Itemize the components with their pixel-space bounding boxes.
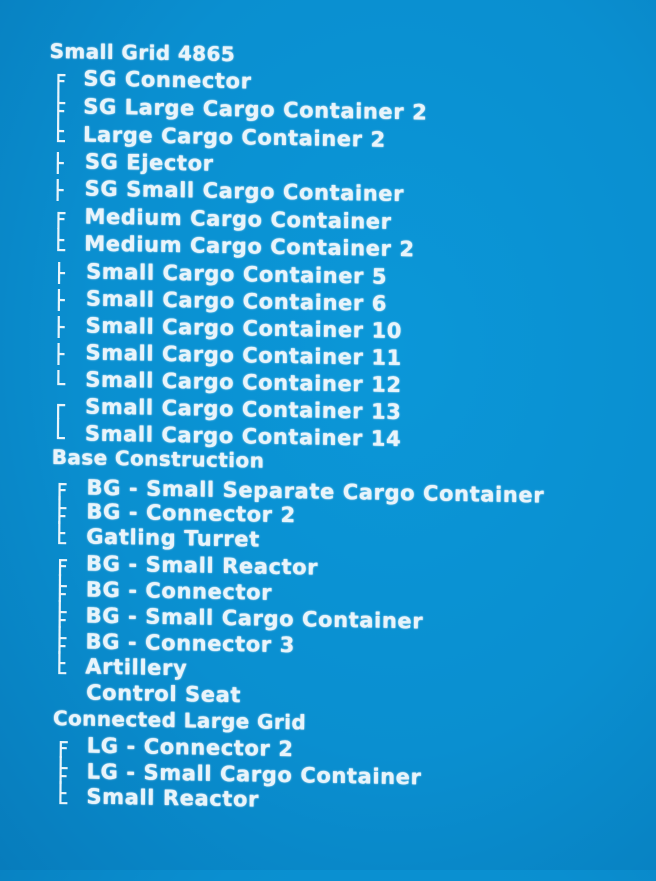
tree-connector-icon bbox=[55, 151, 67, 175]
tree-connector-icon bbox=[55, 69, 67, 92]
block-label: Gatling Turret bbox=[86, 524, 260, 552]
block-label: Control Seat bbox=[86, 680, 242, 708]
tree-connector-icon bbox=[56, 496, 68, 525]
block-label: Medium Cargo Container bbox=[84, 204, 392, 234]
block-label: Small Cargo Container 5 bbox=[86, 259, 388, 289]
tree-connector-icon bbox=[57, 574, 69, 603]
block-label: BG - Connector bbox=[85, 577, 273, 605]
block-label: Small Reactor bbox=[86, 784, 260, 812]
block-label: Small Cargo Container 11 bbox=[85, 340, 402, 371]
grid-name: Base Construction bbox=[51, 444, 265, 473]
lcd-block-inventory-screen: Small Grid 4865 SG Connector SG Large Ca… bbox=[0, 0, 656, 881]
tree-connector-icon bbox=[57, 478, 69, 501]
tree-connector-icon bbox=[55, 418, 67, 444]
tree-connector-icon bbox=[58, 756, 70, 785]
block-label: SG Large Cargo Container 2 bbox=[83, 94, 428, 125]
tree-connector-icon bbox=[55, 370, 67, 390]
block-label: SG Small Cargo Container bbox=[84, 176, 405, 207]
grid-name: Small Grid 4865 bbox=[49, 38, 236, 67]
tree-connector-icon bbox=[56, 316, 68, 339]
tree-connector-icon bbox=[56, 651, 68, 677]
block-label: SG Ejector bbox=[84, 149, 214, 176]
grid-name: Connected Large Grid bbox=[52, 705, 307, 735]
block-label: Small Cargo Container 13 bbox=[85, 394, 402, 425]
tree-connector-icon bbox=[56, 626, 68, 655]
tree-connector-icon bbox=[55, 228, 67, 254]
tree-connector-icon bbox=[56, 289, 68, 312]
block-label: Small Cargo Container 6 bbox=[85, 286, 388, 316]
block-label: SG Connector bbox=[83, 66, 252, 94]
block-label: Artillery bbox=[85, 654, 188, 681]
tree-connector-icon bbox=[57, 781, 69, 807]
tree-connector-icon bbox=[55, 207, 67, 230]
block-label: BG - Small Reactor bbox=[85, 551, 319, 580]
tree-connector-icon bbox=[57, 554, 69, 577]
block-label: Small Cargo Container 10 bbox=[85, 313, 403, 344]
tree-connector-icon bbox=[56, 262, 68, 285]
tree-connector-icon bbox=[56, 521, 68, 547]
tree-connector-icon bbox=[57, 600, 69, 629]
block-label: LG - Connector 2 bbox=[86, 733, 294, 762]
block-label: Small Cargo Container 12 bbox=[85, 367, 402, 398]
tree-connector-icon bbox=[55, 118, 67, 145]
block-label: Large Cargo Container 2 bbox=[82, 122, 386, 152]
block-label: Medium Cargo Container 2 bbox=[84, 231, 415, 262]
tree-connector-icon bbox=[55, 178, 67, 202]
tree-connector-icon bbox=[55, 91, 67, 120]
tree-connector-icon bbox=[58, 736, 70, 759]
tree-connector-icon bbox=[55, 343, 67, 366]
tree-connector-icon bbox=[55, 397, 67, 420]
